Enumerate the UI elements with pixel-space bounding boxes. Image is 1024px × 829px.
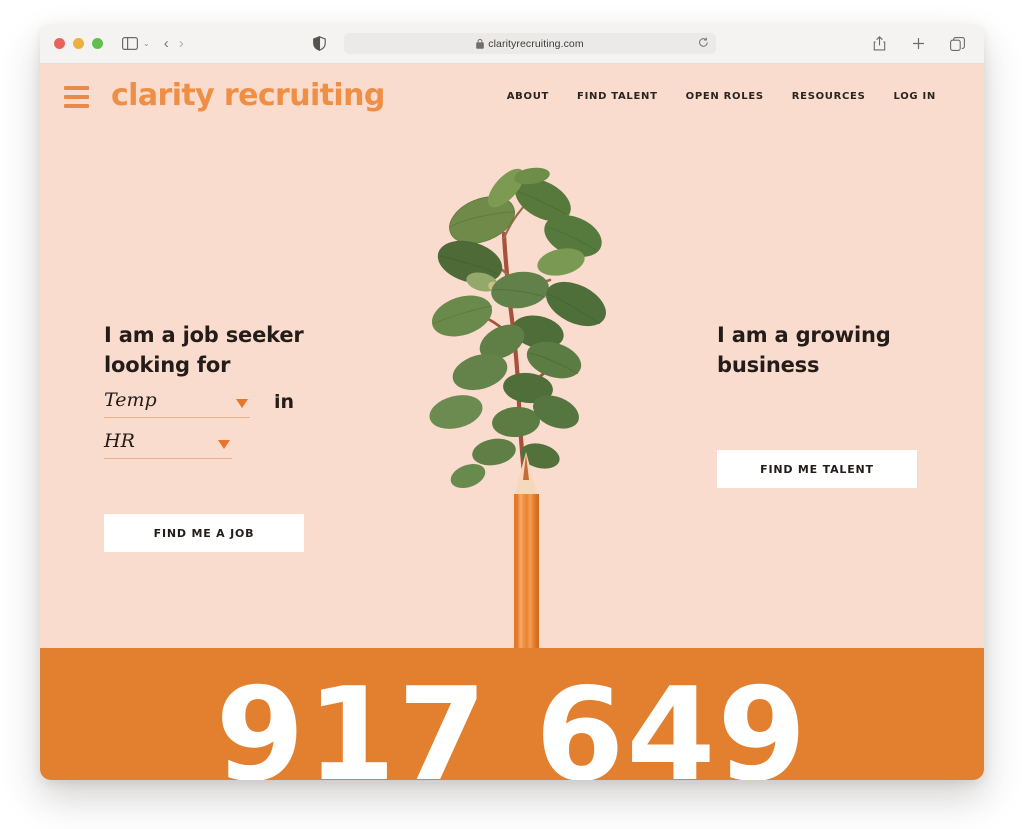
nav-item-about[interactable]: ABOUT xyxy=(507,91,549,102)
job-seeker-panel: I am a job seeker looking for Temp in HR xyxy=(104,320,404,459)
address-bar-area: clarityrecruiting.com xyxy=(308,33,716,55)
share-icon[interactable] xyxy=(868,33,890,55)
hamburger-menu-icon[interactable] xyxy=(64,86,89,108)
nav-item-open-roles[interactable]: OPEN ROLES xyxy=(686,91,764,102)
nav-item-find-talent[interactable]: FIND TALENT xyxy=(577,91,658,102)
job-type-select[interactable]: Temp xyxy=(104,388,250,418)
maximize-window-button[interactable] xyxy=(92,38,103,49)
site-header: clarity recruiting ABOUT FIND TALENT OPE… xyxy=(40,64,984,128)
business-headline: I am a growing business xyxy=(717,320,957,381)
browser-window: ⌄ ‹ › clarityrecruiting.com clarity recr… xyxy=(40,24,984,780)
nav-item-resources[interactable]: RESOURCES xyxy=(792,91,866,102)
close-window-button[interactable] xyxy=(54,38,65,49)
business-panel: I am a growing business xyxy=(717,320,957,381)
job-type-row: Temp in xyxy=(104,388,404,418)
window-controls[interactable] xyxy=(54,38,103,49)
connector-word: in xyxy=(274,391,295,414)
browser-toolbar: ⌄ ‹ › clarityrecruiting.com xyxy=(40,24,984,64)
site-logo[interactable]: clarity recruiting xyxy=(111,81,385,111)
job-field-select[interactable]: HR xyxy=(104,429,232,459)
dropdown-caret-icon xyxy=(218,439,230,449)
job-seeker-headline-line1: I am a job seeker xyxy=(104,323,304,347)
job-seeker-headline: I am a job seeker looking for xyxy=(104,320,404,381)
find-me-talent-button[interactable]: FIND ME TALENT xyxy=(717,450,917,488)
find-me-a-job-button[interactable]: FIND ME A JOB xyxy=(104,514,304,552)
toolbar-right-actions xyxy=(868,33,970,55)
forward-button[interactable]: › xyxy=(179,36,184,51)
job-seeker-headline-line2: looking for xyxy=(104,353,231,378)
lock-icon xyxy=(476,38,485,49)
page-viewport: clarity recruiting ABOUT FIND TALENT OPE… xyxy=(40,64,984,780)
job-field-select-value: HR xyxy=(104,429,135,452)
stats-band: 917 649 xyxy=(40,648,984,780)
dropdown-caret-icon xyxy=(236,398,248,408)
plus-icon[interactable] xyxy=(907,33,929,55)
back-button[interactable]: ‹ xyxy=(164,36,169,51)
business-headline-line1: I am a growing xyxy=(717,323,891,347)
privacy-shield-icon[interactable] xyxy=(308,33,330,55)
address-bar[interactable]: clarityrecruiting.com xyxy=(344,33,716,54)
primary-navigation: ABOUT FIND TALENT OPEN ROLES RESOURCES L… xyxy=(507,91,936,102)
job-type-select-value: Temp xyxy=(104,388,157,411)
address-bar-url: clarityrecruiting.com xyxy=(488,37,584,50)
business-headline-line2: business xyxy=(717,353,820,378)
minimize-window-button[interactable] xyxy=(73,38,84,49)
reload-icon[interactable] xyxy=(698,35,709,53)
nav-item-log-in[interactable]: LOG IN xyxy=(894,91,937,102)
pencil-lead xyxy=(523,454,529,480)
tabs-overview-icon[interactable] xyxy=(946,33,968,55)
chevron-down-icon[interactable]: ⌄ xyxy=(143,39,150,48)
big-number-text: 917 649 xyxy=(215,661,809,781)
sidebar-icon[interactable] xyxy=(119,33,141,55)
navigation-arrows[interactable]: ‹ › xyxy=(164,36,184,51)
